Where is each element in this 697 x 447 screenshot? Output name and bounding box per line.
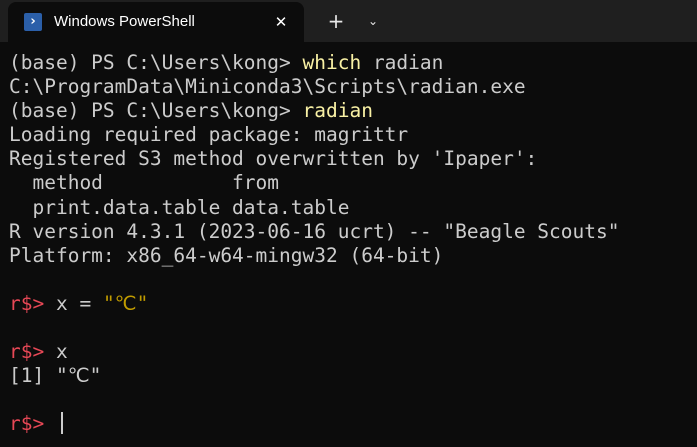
terminal-line: print.data.table data.table [9, 195, 350, 219]
terminal-output[interactable]: (base) PS C:\Users\kong> which radian C:… [9, 51, 695, 437]
terminal-line: Loading required package: magrittr [9, 123, 409, 147]
new-tab-button[interactable]: + [323, 9, 349, 33]
terminal-line: Registered S3 method overwritten by 'Ipa… [9, 147, 538, 171]
tab-windows-powershell[interactable]: › Windows PowerShell ✕ [8, 2, 304, 42]
r-prompt: r$> [9, 412, 45, 436]
r-prompt: r$> [9, 340, 45, 364]
terminal-line: R version 4.3.1 (2023-06-16 ucrt) -- "Be… [9, 219, 620, 243]
r-code: x = [44, 291, 103, 315]
title-bar: › Windows PowerShell ✕ + ⌄ [0, 0, 697, 42]
tab-title: Windows PowerShell [54, 13, 195, 30]
ps-command: radian [302, 99, 373, 123]
powershell-icon: › [24, 13, 42, 31]
terminal-line: Platform: x86_64-w64-mingw32 (64-bit) [9, 243, 444, 267]
terminal-line: r$> x = "℃" [9, 292, 695, 316]
terminal-line: r$> x [9, 340, 695, 364]
terminal-window: › Windows PowerShell ✕ + ⌄ (base) PS C:\… [0, 0, 697, 447]
r-string: "℃" [102, 291, 149, 315]
terminal-input-line[interactable]: r$> [9, 412, 695, 436]
terminal-line: (base) PS C:\Users\kong> radian [9, 99, 695, 123]
text-cursor [60, 412, 63, 435]
terminal-line: (base) PS C:\Users\kong> which radian [9, 51, 695, 75]
r-code: x [44, 340, 68, 364]
close-icon[interactable]: ✕ [270, 11, 292, 33]
terminal-line: method from [9, 171, 280, 195]
ps-prompt: (base) PS C:\Users\kong> [9, 99, 303, 123]
ps-argument: radian [361, 51, 444, 74]
chevron-down-icon[interactable]: ⌄ [361, 9, 385, 33]
r-prompt: r$> [9, 291, 45, 315]
ps-command: which [302, 51, 362, 74]
ps-prompt: (base) PS C:\Users\kong> [9, 51, 303, 74]
terminal-line: [1] "℃" [9, 364, 102, 388]
r-code [44, 412, 56, 435]
terminal-line: C:\ProgramData\Miniconda3\Scripts\radian… [9, 75, 526, 99]
